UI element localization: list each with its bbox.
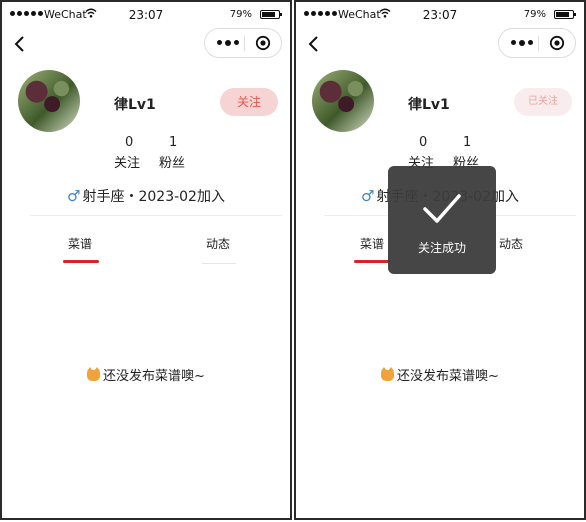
capsule-divider [244,36,245,51]
active-tab-indicator [63,260,99,263]
more-dots-icon[interactable] [217,39,239,46]
success-toast: 关注成功 [388,166,496,274]
toast-message: 关注成功 [417,241,466,255]
followed-button[interactable]: 已关注 [514,88,572,116]
tab-recipes[interactable]: 菜谱 [68,235,92,252]
following-count[interactable]: 0 [125,135,133,150]
status-bar: WeChat 23:07 79% [2,2,290,30]
male-gender-icon: ♂ [361,187,375,205]
empty-state: 还没发布菜谱噢~ [2,365,290,384]
tab-recipes[interactable]: 菜谱 [360,235,384,252]
mini-program-capsule [204,28,282,58]
target-circle-icon[interactable] [549,35,565,51]
empty-state-text: 还没发布菜谱噢~ [103,369,205,384]
chevron-left-icon[interactable] [12,35,28,53]
battery-icon [260,10,282,19]
empty-state-text: 还没发布菜谱噢~ [397,369,499,384]
empty-state: 还没发布菜谱噢~ [296,365,584,384]
phone-screen-before: WeChat 23:07 79% 律Lv1 关注 0 关注 1 粉丝 ♂ 射手座・… [0,0,292,520]
following-label[interactable]: 关注 [114,152,140,171]
battery-icon [554,10,576,19]
profile-info-line: ♂射手座・2023-02加入 [2,186,290,206]
tab-moments[interactable]: 动态 [206,235,230,252]
active-tab-indicator [354,260,390,263]
followers-count[interactable]: 1 [169,135,177,150]
tab-moments[interactable]: 动态 [499,235,523,252]
battery-percent: 79% [229,9,252,20]
divider [30,215,282,216]
cat-emoji-icon [381,367,395,381]
profile-info: 射手座・2023-02加入 [82,189,225,205]
target-circle-icon[interactable] [255,35,271,51]
avatar[interactable] [18,70,80,132]
checkmark-icon [423,194,461,223]
cat-emoji-icon [87,367,101,381]
capsule-divider [538,36,539,51]
followers-count[interactable]: 1 [463,135,471,150]
tab-underline-inactive [202,263,236,264]
user-nickname: 律Lv1 [114,97,156,113]
followers-label[interactable]: 粉丝 [159,152,185,171]
male-gender-icon: ♂ [67,187,81,205]
mini-program-capsule [498,28,576,58]
status-bar: WeChat 23:07 79% [296,2,584,30]
avatar[interactable] [312,70,374,132]
follow-button[interactable]: 关注 [220,88,278,116]
battery-percent: 79% [523,9,546,20]
following-count[interactable]: 0 [419,135,427,150]
user-nickname: 律Lv1 [408,97,450,113]
phone-screen-after: WeChat 23:07 79% 律Lv1 已关注 0 关注 1 粉丝 ♂射手座… [294,0,586,520]
chevron-left-icon[interactable] [306,35,322,53]
more-dots-icon[interactable] [511,39,533,46]
